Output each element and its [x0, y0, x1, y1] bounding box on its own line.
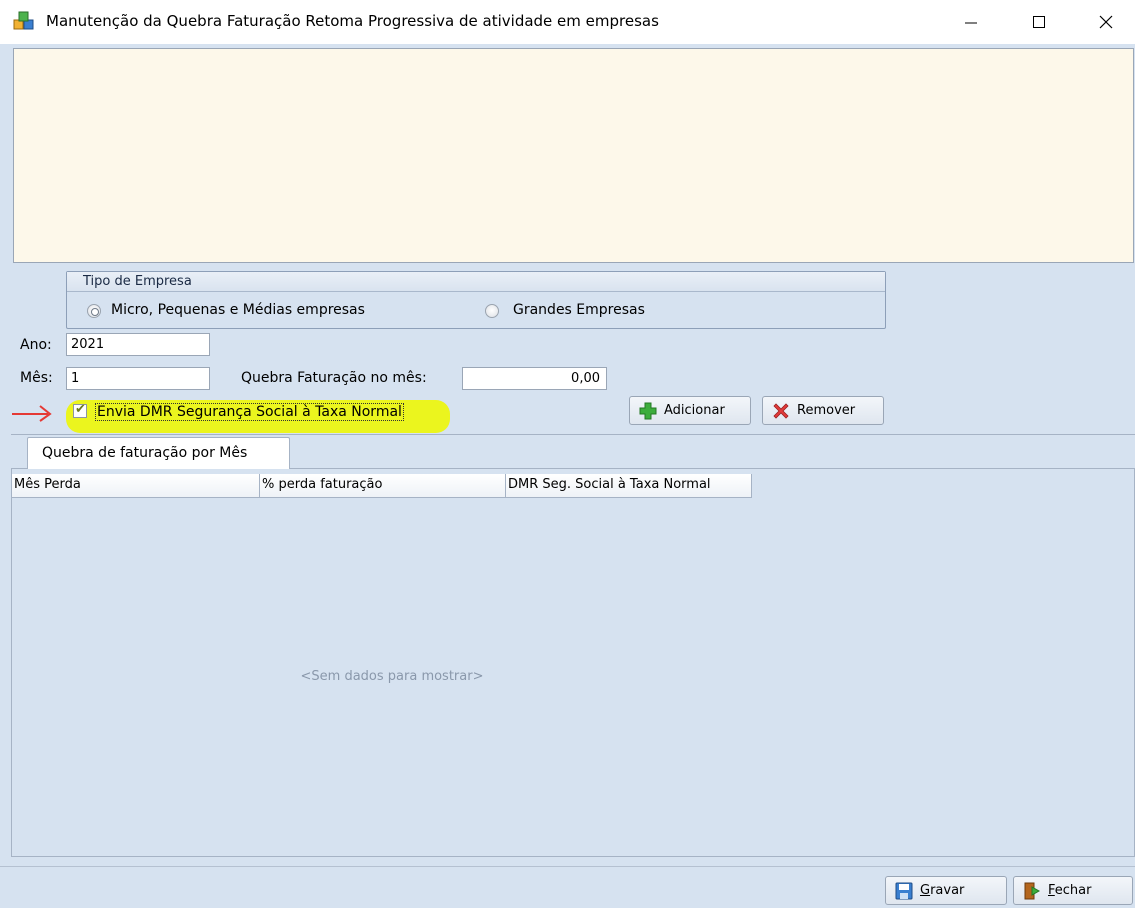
envia-dmr-checkbox[interactable]: ✔ [73, 402, 87, 418]
column-header-mes-perda[interactable]: Mês Perda [12, 474, 260, 498]
remove-icon [773, 402, 789, 419]
exit-door-icon [1024, 882, 1041, 899]
remover-label: Remover [797, 403, 856, 418]
tab-area-border [11, 434, 1135, 435]
gravar-mnemonic: G [920, 883, 931, 898]
ano-label: Ano: [20, 337, 52, 353]
annotation-arrow-icon [12, 405, 52, 422]
gravar-label: ravar [930, 883, 965, 898]
title-bar: Manutenção da Quebra Faturação Retoma Pr… [0, 0, 1135, 44]
fechar-button[interactable]: Fechar [1013, 876, 1133, 905]
footer-separator [0, 866, 1135, 867]
data-grid: Mês Perda % perda faturação DMR Seg. Soc… [11, 469, 1135, 857]
window-title: Manutenção da Quebra Faturação Retoma Pr… [46, 12, 659, 30]
description-memo[interactable] [13, 48, 1134, 263]
checkmark-icon: ✔ [75, 402, 86, 417]
adicionar-button[interactable]: Adicionar [629, 396, 751, 425]
app-cubes-icon [13, 11, 34, 30]
tipo-empresa-group: Tipo de Empresa Micro, Pequenas e Médias… [66, 271, 886, 329]
column-header-dmr-seg-social[interactable]: DMR Seg. Social à Taxa Normal [506, 474, 752, 498]
add-icon [639, 402, 657, 419]
fechar-mnemonic: F [1048, 883, 1055, 898]
mes-label: Mês: [20, 370, 53, 386]
ano-input[interactable] [66, 333, 210, 356]
adicionar-label: Adicionar [664, 403, 725, 418]
radio-grandes-empresas[interactable] [485, 304, 499, 318]
fechar-label: echar [1054, 883, 1092, 898]
tab-label: Quebra de faturação por Mês [42, 445, 248, 461]
radio-micro-pme[interactable] [87, 304, 101, 318]
save-icon [895, 882, 913, 899]
mes-input[interactable] [66, 367, 210, 390]
minimize-icon [965, 22, 977, 24]
tab-quebra-faturacao-por-mes[interactable]: Quebra de faturação por Mês [27, 437, 290, 469]
column-header-perda-faturacao[interactable]: % perda faturação [260, 474, 506, 498]
group-title: Tipo de Empresa [83, 274, 192, 289]
radio-micro-pme-label[interactable]: Micro, Pequenas e Médias empresas [111, 302, 365, 318]
quebra-faturacao-label: Quebra Faturação no mês: [241, 370, 427, 386]
envia-dmr-label[interactable]: Envia DMR Segurança Social à Taxa Normal [95, 403, 404, 421]
close-icon [1099, 15, 1113, 29]
minimize-button[interactable] [948, 0, 994, 44]
remover-button[interactable]: Remover [762, 396, 884, 425]
maximize-button[interactable] [1016, 0, 1062, 44]
maximize-icon [1033, 16, 1045, 28]
radio-grandes-empresas-label[interactable]: Grandes Empresas [513, 302, 645, 318]
close-button[interactable] [1083, 0, 1129, 44]
quebra-faturacao-input[interactable] [462, 367, 607, 390]
empty-grid-message: <Sem dados para mostrar> [300, 669, 484, 684]
gravar-button[interactable]: Gravar [885, 876, 1007, 905]
group-header: Tipo de Empresa [67, 272, 885, 292]
